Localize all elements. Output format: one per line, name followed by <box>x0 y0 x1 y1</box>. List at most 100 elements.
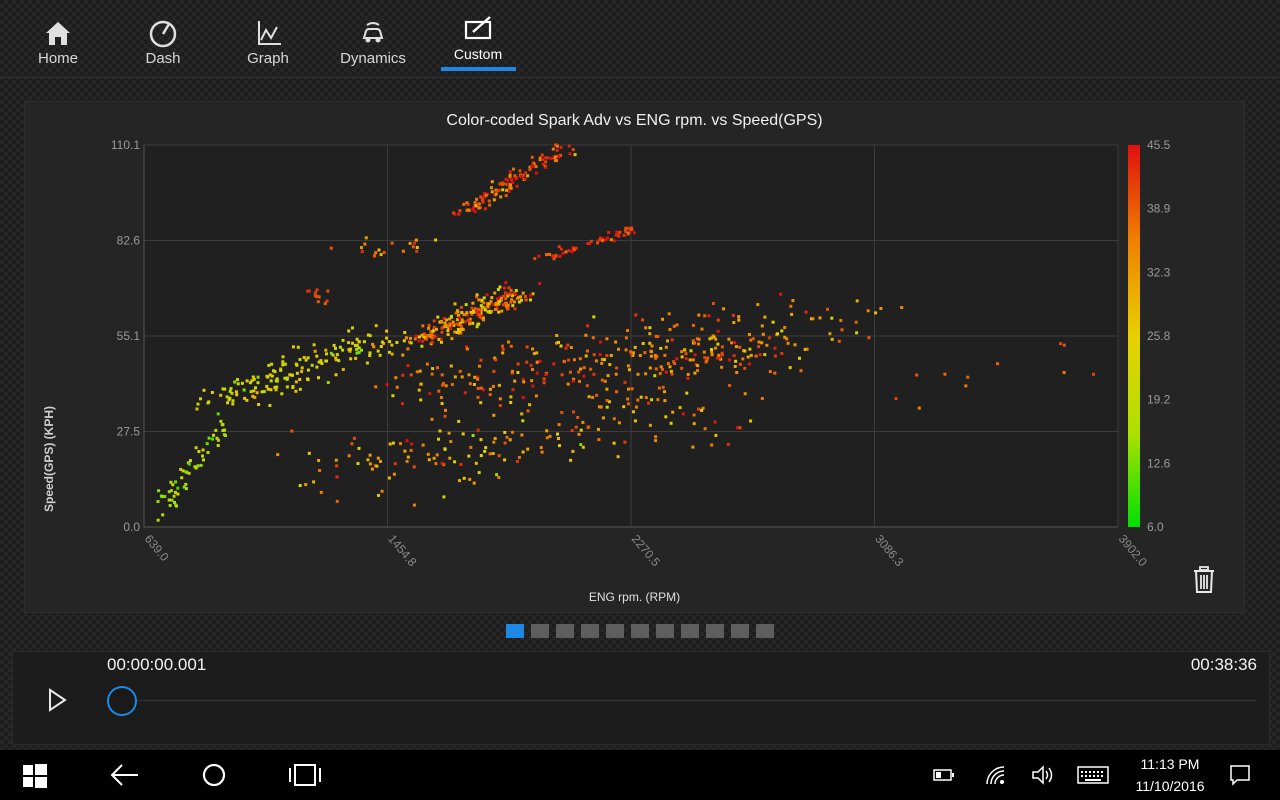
data-point <box>216 444 220 447</box>
seek-track[interactable] <box>121 700 1257 701</box>
page-dot[interactable] <box>656 624 674 638</box>
data-point <box>275 385 279 389</box>
data-point <box>442 495 446 499</box>
data-point <box>591 395 595 399</box>
data-point <box>385 336 389 340</box>
data-point <box>855 299 859 303</box>
data-point <box>390 241 394 245</box>
data-point <box>417 335 421 339</box>
data-point <box>579 428 583 432</box>
page-dot[interactable] <box>506 624 524 638</box>
data-point <box>680 366 684 370</box>
data-point <box>566 343 570 347</box>
data-point <box>601 239 605 243</box>
data-point <box>219 419 223 423</box>
data-point <box>584 333 588 337</box>
data-point <box>175 504 178 508</box>
data-point <box>692 422 696 426</box>
page-dot[interactable] <box>681 624 699 638</box>
page-dot[interactable] <box>756 624 774 638</box>
data-point <box>551 254 555 258</box>
data-point <box>461 432 465 436</box>
page-dot[interactable] <box>556 624 574 638</box>
data-point <box>493 437 497 440</box>
data-point <box>576 416 580 419</box>
nav-graph[interactable]: Graph <box>223 14 313 72</box>
data-point <box>376 456 380 460</box>
data-point <box>509 177 513 181</box>
data-point <box>765 343 769 347</box>
page-dot[interactable] <box>531 624 549 638</box>
data-point <box>313 349 317 353</box>
page-dot[interactable] <box>606 624 624 638</box>
data-point <box>184 482 188 486</box>
page-dot[interactable] <box>731 624 749 638</box>
data-point <box>440 326 444 330</box>
task-view-icon[interactable] <box>288 762 322 788</box>
data-point <box>585 384 589 388</box>
data-point <box>334 356 338 360</box>
data-point <box>476 377 480 381</box>
data-point <box>440 402 444 405</box>
trash-icon[interactable] <box>1191 566 1217 594</box>
data-point <box>306 368 310 372</box>
data-point <box>731 313 735 317</box>
data-point <box>596 241 599 245</box>
page-dot[interactable] <box>631 624 649 638</box>
windows-start-icon[interactable] <box>22 763 48 789</box>
data-point <box>738 345 742 349</box>
data-point <box>423 335 427 339</box>
data-point <box>490 180 494 184</box>
data-point <box>434 238 438 242</box>
search-circle-icon[interactable] <box>201 762 227 788</box>
page-dot[interactable] <box>706 624 724 638</box>
data-point <box>199 397 202 401</box>
data-point <box>521 291 525 295</box>
seek-knob[interactable] <box>107 686 137 716</box>
data-point <box>421 324 425 328</box>
data-point <box>368 462 372 466</box>
volume-icon[interactable] <box>1031 764 1055 786</box>
nav-custom[interactable]: Custom <box>433 14 523 72</box>
nav-dynamics[interactable]: Dynamics <box>328 14 418 72</box>
data-point <box>298 378 302 381</box>
taskbar-clock-time[interactable]: 11:13 PM <box>1120 756 1220 772</box>
back-arrow-icon[interactable] <box>110 763 140 787</box>
data-point <box>347 341 351 345</box>
data-point <box>480 308 484 312</box>
notifications-icon[interactable] <box>1229 764 1251 786</box>
data-point <box>467 373 471 377</box>
wifi-icon[interactable] <box>984 764 1006 786</box>
nav-dash[interactable]: Dash <box>118 14 208 72</box>
battery-icon[interactable] <box>933 767 955 783</box>
data-point <box>257 403 261 406</box>
page-dot[interactable] <box>581 624 599 638</box>
data-point <box>664 345 668 349</box>
data-point <box>319 359 323 363</box>
data-point <box>647 401 651 405</box>
taskbar-clock-date[interactable]: 11/10/2016 <box>1120 778 1220 794</box>
data-point <box>156 518 160 522</box>
data-point <box>234 390 238 394</box>
data-point <box>315 288 319 292</box>
data-point <box>767 336 771 340</box>
data-point <box>511 181 515 185</box>
data-point <box>592 372 596 376</box>
data-point <box>793 343 797 347</box>
data-point <box>693 353 697 357</box>
data-point <box>627 368 631 372</box>
data-point <box>174 480 178 484</box>
data-point <box>199 463 203 467</box>
data-point <box>503 458 507 462</box>
data-point <box>193 465 197 469</box>
data-point <box>172 494 176 498</box>
data-point <box>468 382 472 386</box>
data-point <box>460 325 464 329</box>
data-point <box>320 362 324 365</box>
data-point <box>686 372 690 376</box>
play-icon[interactable] <box>45 686 69 714</box>
nav-home[interactable]: Home <box>13 14 103 72</box>
data-point <box>283 376 287 380</box>
data-point <box>449 440 453 443</box>
keyboard-icon[interactable] <box>1077 766 1109 784</box>
